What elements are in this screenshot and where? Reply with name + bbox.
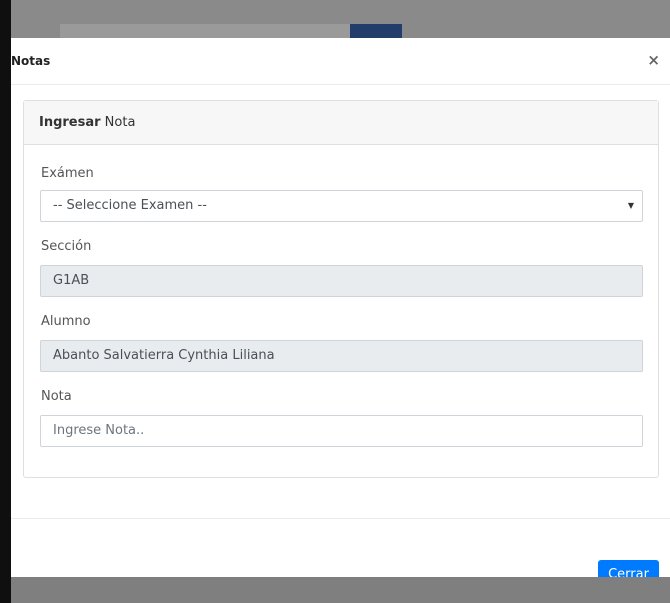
background-button xyxy=(350,24,402,38)
alumno-value: Abanto Salvatierra Cynthia Liliana xyxy=(53,348,275,363)
card-header: Ingresar Nota xyxy=(24,101,658,145)
seccion-field: G1AB xyxy=(40,265,643,297)
seccion-label: Sección xyxy=(41,239,92,254)
nota-label: Nota xyxy=(41,389,72,404)
page-left-border xyxy=(0,0,11,603)
examen-select-value: -- Seleccione Examen -- xyxy=(53,198,207,213)
card-header-bold: Ingresar xyxy=(39,115,101,130)
alumno-field: Abanto Salvatierra Cynthia Liliana xyxy=(40,340,643,372)
ingresar-nota-card: Ingresar Nota Exámen -- Seleccione Exame… xyxy=(23,100,659,478)
chevron-down-icon: ▼ xyxy=(627,201,634,210)
examen-label: Exámen xyxy=(41,166,94,181)
modal-title: Notas xyxy=(11,54,51,68)
close-icon[interactable]: × xyxy=(647,52,660,68)
modal-footer: Cerrar xyxy=(11,518,670,590)
background-page-bottom xyxy=(11,577,670,603)
modal-header: Notas × xyxy=(11,38,670,85)
notas-modal: Notas × Ingresar Nota Exámen -- Seleccio… xyxy=(11,38,670,590)
alumno-label: Alumno xyxy=(41,314,91,329)
card-header-rest: Nota xyxy=(100,115,136,130)
card-header-title: Ingresar Nota xyxy=(39,115,135,130)
nota-input[interactable]: Ingrese Nota.. xyxy=(40,415,643,447)
background-input xyxy=(60,24,350,38)
examen-select[interactable]: -- Seleccione Examen -- ▼ xyxy=(40,190,643,222)
seccion-value: G1AB xyxy=(53,273,90,288)
nota-placeholder: Ingrese Nota.. xyxy=(53,423,145,438)
